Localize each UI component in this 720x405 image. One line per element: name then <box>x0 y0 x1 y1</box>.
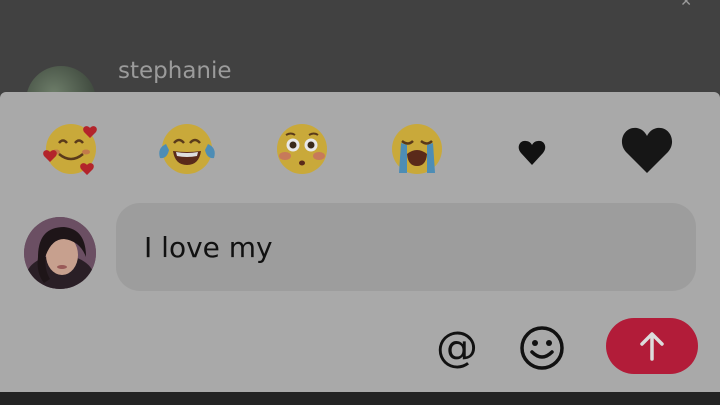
flushed-face-icon[interactable] <box>272 121 332 177</box>
arrow-up-icon <box>640 332 664 361</box>
at-icon[interactable]: @ <box>432 322 482 372</box>
heart-suit-icon[interactable] <box>502 121 562 177</box>
background-post: ✕ stephanie <box>0 0 720 136</box>
close-icon[interactable]: ✕ <box>680 0 692 10</box>
loudly-crying-face-icon[interactable] <box>387 121 447 177</box>
smiley-icon[interactable] <box>516 322 568 374</box>
post-author-username: stephanie <box>118 58 232 84</box>
user-avatar <box>24 217 96 289</box>
send-button[interactable] <box>606 318 698 374</box>
black-heart-icon[interactable] <box>617 121 677 177</box>
smiling-face-with-hearts-icon[interactable] <box>41 121 101 177</box>
face-with-tears-of-joy-icon[interactable] <box>157 121 217 177</box>
comment-input[interactable]: I love my <box>116 203 696 291</box>
bottom-bar <box>0 392 720 405</box>
comment-input-text[interactable]: I love my <box>144 231 273 264</box>
